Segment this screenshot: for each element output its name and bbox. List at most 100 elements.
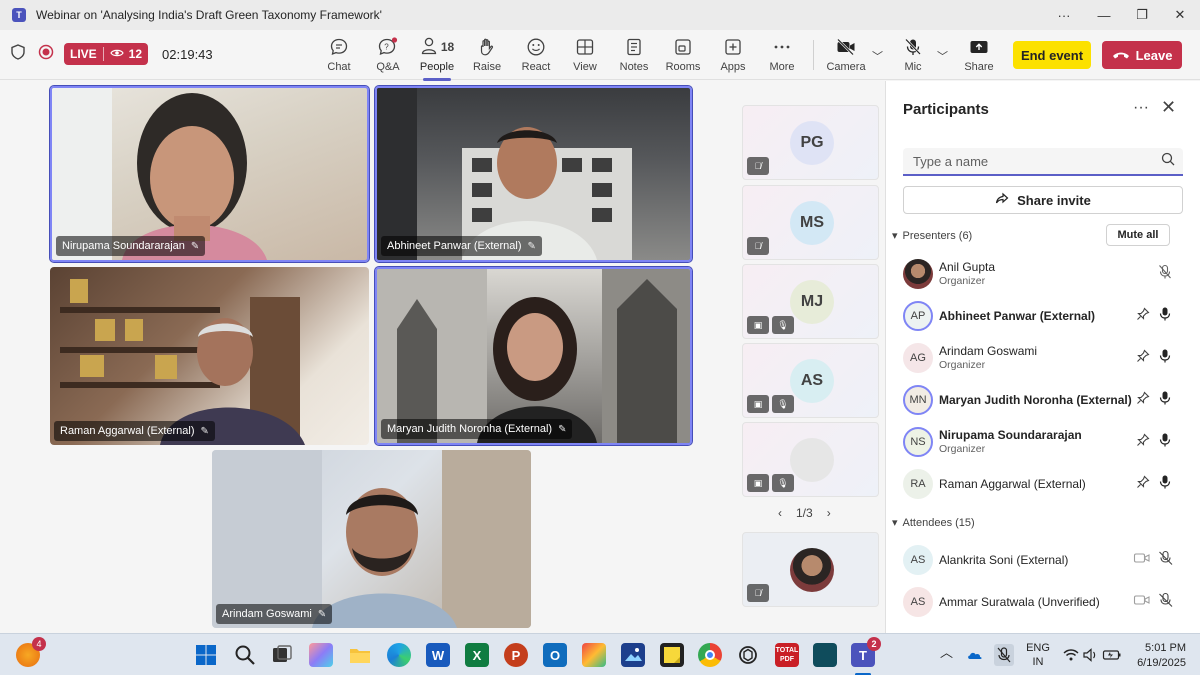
clock-date: 6/19/2025 bbox=[1137, 657, 1186, 669]
rooms-button[interactable]: Rooms bbox=[656, 36, 710, 73]
avatar-photo bbox=[790, 548, 834, 592]
minimize-button[interactable]: — bbox=[1084, 0, 1124, 30]
pin-icon[interactable] bbox=[1136, 433, 1150, 452]
mic-icon[interactable] bbox=[1158, 390, 1172, 411]
participant-row[interactable]: AP Abhineet Panwar (External) bbox=[903, 299, 1193, 335]
edge-browser-icon[interactable] bbox=[387, 643, 411, 667]
participant-video bbox=[377, 88, 632, 260]
search-icon[interactable] bbox=[233, 643, 257, 667]
sticky-notes-icon[interactable] bbox=[660, 643, 684, 667]
notes-button[interactable]: Notes bbox=[607, 36, 661, 73]
mic-icon[interactable] bbox=[1158, 306, 1172, 327]
side-participant-tile[interactable]: ▣ 🎙 bbox=[742, 422, 879, 497]
volume-icon[interactable] bbox=[1082, 646, 1100, 664]
file-explorer-icon[interactable] bbox=[348, 643, 372, 667]
chevron-left-icon[interactable]: ‹ bbox=[778, 506, 782, 520]
raise-label: Raise bbox=[472, 61, 502, 73]
qa-label: Q&A bbox=[376, 61, 400, 73]
total-pdf-icon[interactable]: TOTAL PDF bbox=[775, 643, 799, 667]
chevron-right-icon[interactable]: › bbox=[827, 506, 831, 520]
leave-button[interactable]: Leave bbox=[1102, 41, 1182, 69]
more-options-icon[interactable]: ··· bbox=[1044, 0, 1084, 30]
chrome-browser-icon[interactable] bbox=[698, 643, 722, 667]
camera-button[interactable]: Camera bbox=[819, 36, 873, 73]
language-indicator[interactable]: ENG IN bbox=[1024, 641, 1052, 669]
qa-button[interactable]: ? Q&A bbox=[361, 36, 415, 73]
shield-icon[interactable] bbox=[10, 43, 26, 65]
video-tile[interactable]: Arindam Goswami ✎ bbox=[212, 450, 531, 628]
close-panel-icon[interactable]: ✕ bbox=[1161, 97, 1176, 118]
end-event-button[interactable]: End event bbox=[1013, 41, 1091, 69]
start-menu-icon[interactable] bbox=[194, 643, 218, 667]
powerpoint-icon[interactable]: P bbox=[504, 643, 528, 667]
people-button[interactable]: 18 People bbox=[410, 36, 464, 81]
participant-row[interactable]: AS Alankrita Soni (External) bbox=[903, 543, 1193, 579]
wifi-icon[interactable] bbox=[1062, 646, 1080, 664]
task-view-icon[interactable] bbox=[270, 643, 294, 667]
side-participant-tile[interactable]: MS 🎙̸ bbox=[742, 185, 879, 260]
side-participant-tile[interactable]: AS ▣ 🎙 bbox=[742, 343, 879, 418]
participant-row[interactable]: AS Ammar Suratwala (Unverified) bbox=[903, 585, 1193, 621]
chatgpt-icon[interactable] bbox=[736, 643, 760, 667]
side-participant-tile[interactable]: PG 🎙̸ bbox=[742, 105, 879, 180]
participant-row[interactable]: Anil Gupta Organizer bbox=[903, 257, 1193, 293]
teams-icon[interactable]: T 2 bbox=[851, 637, 881, 667]
battery-icon[interactable] bbox=[1102, 646, 1122, 664]
participant-row[interactable]: MN Maryan Judith Noronha (External) bbox=[903, 383, 1193, 419]
pin-icon[interactable] bbox=[1136, 349, 1150, 368]
pin-icon[interactable] bbox=[1136, 307, 1150, 326]
video-tile[interactable]: Nirupama Soundararajan ✎ bbox=[49, 85, 370, 263]
excel-icon[interactable]: X bbox=[465, 643, 489, 667]
word-icon[interactable]: W bbox=[426, 643, 450, 667]
camera-options-chevron-icon[interactable]: ﹀ bbox=[872, 48, 883, 64]
photos-app-icon[interactable] bbox=[582, 643, 606, 667]
participant-row[interactable]: RA Raman Aggarwal (External) bbox=[903, 467, 1193, 503]
close-window-button[interactable]: ✕ bbox=[1160, 0, 1200, 30]
mic-muted-tray-icon[interactable] bbox=[994, 644, 1014, 666]
pin-icon[interactable] bbox=[1136, 391, 1150, 410]
video-tile[interactable]: Maryan Judith Noronha (External) ✎ bbox=[374, 266, 693, 446]
onedrive-icon[interactable] bbox=[966, 646, 984, 664]
people-label: People bbox=[419, 61, 455, 73]
participant-row[interactable]: NS Nirupama Soundararajan Organizer bbox=[903, 425, 1193, 461]
maximize-button[interactable]: ❐ bbox=[1122, 0, 1162, 30]
mic-icon[interactable] bbox=[1158, 348, 1172, 369]
apps-button[interactable]: Apps bbox=[706, 36, 760, 73]
live-badge[interactable]: LIVE 12 bbox=[64, 43, 149, 65]
presenters-section-header[interactable]: ▾ Presenters (6) bbox=[892, 229, 972, 243]
mute-all-button[interactable]: Mute all bbox=[1106, 224, 1170, 246]
chevron-up-icon[interactable]: ︿ bbox=[940, 646, 953, 660]
record-icon[interactable] bbox=[38, 44, 54, 65]
mic-icon[interactable] bbox=[1158, 432, 1172, 453]
view-button[interactable]: View bbox=[558, 36, 612, 73]
raise-hand-button[interactable]: Raise bbox=[460, 36, 514, 73]
chat-button[interactable]: Chat bbox=[312, 36, 366, 73]
pin-icon[interactable] bbox=[1136, 475, 1150, 494]
share-button[interactable]: Share bbox=[952, 36, 1006, 73]
video-tile[interactable]: Raman Aggarwal (External) ✎ bbox=[50, 267, 369, 445]
participant-name: Maryan Judith Noronha (External) bbox=[939, 393, 1132, 407]
mic-off-icon: 🎙̸ bbox=[747, 237, 769, 255]
panel-more-icon[interactable]: ··· bbox=[1133, 99, 1149, 117]
weather-widget-icon[interactable]: 4 bbox=[16, 637, 46, 667]
system-clock[interactable]: 5:01 PM 6/19/2025 bbox=[1128, 641, 1186, 671]
outlook-icon[interactable]: O bbox=[543, 643, 567, 667]
gallery-app-icon[interactable] bbox=[621, 643, 645, 667]
participant-search-input[interactable] bbox=[903, 148, 1143, 174]
mic-button[interactable]: Mic bbox=[886, 36, 940, 73]
attendees-section-header[interactable]: ▾ Attendees (15) bbox=[892, 516, 975, 530]
copilot-icon[interactable] bbox=[309, 643, 333, 667]
pin-icon: ✎ bbox=[558, 423, 567, 435]
share-invite-button[interactable]: Share invite bbox=[903, 186, 1183, 214]
meeting-timer: 02:19:43 bbox=[162, 46, 213, 62]
self-view-tile[interactable]: 🎙̸ bbox=[742, 532, 879, 607]
app-icon[interactable] bbox=[813, 643, 837, 667]
side-participant-tile[interactable]: MJ ▣ 🎙 bbox=[742, 264, 879, 339]
video-tile[interactable]: Abhineet Panwar (External) ✎ bbox=[374, 85, 693, 263]
react-button[interactable]: React bbox=[509, 36, 563, 73]
more-button[interactable]: More bbox=[755, 36, 809, 73]
participant-row[interactable]: AG Arindam Goswami Organizer bbox=[903, 341, 1193, 377]
mic-options-chevron-icon[interactable]: ﹀ bbox=[937, 48, 948, 64]
mic-icon[interactable] bbox=[1158, 474, 1172, 495]
mic-off-icon[interactable] bbox=[1158, 264, 1172, 285]
